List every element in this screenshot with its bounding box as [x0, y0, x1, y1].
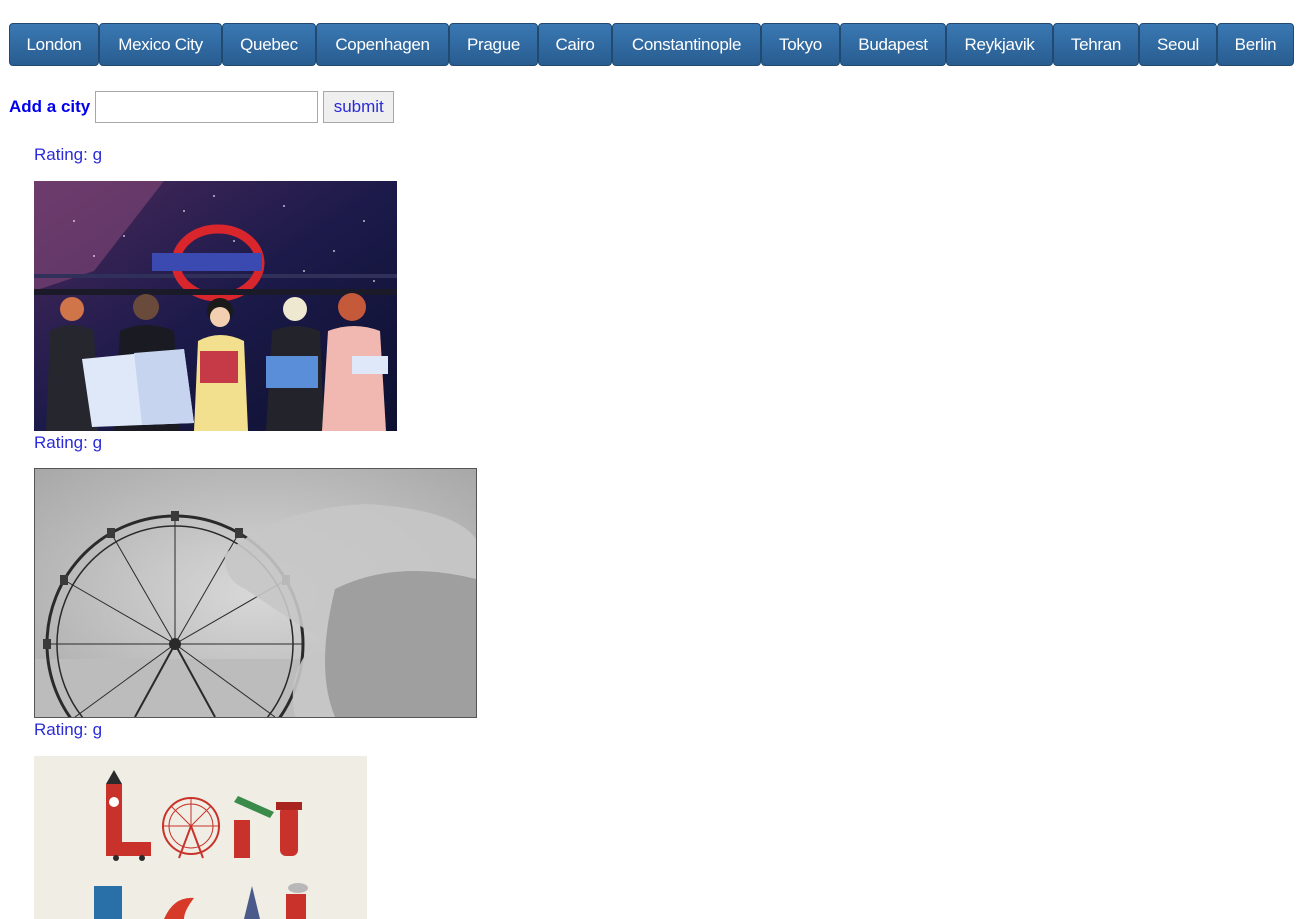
add-city-label: Add a city [9, 97, 91, 116]
city-button-berlin[interactable]: Berlin [1217, 23, 1294, 66]
gif-image-ferris-wheel [34, 468, 477, 718]
city-button-seoul[interactable]: Seoul [1139, 23, 1217, 66]
submit-button[interactable]: submit [323, 91, 395, 123]
city-button-prague[interactable]: Prague [449, 23, 538, 66]
city-button-constantinople[interactable]: Constantinople [612, 23, 761, 66]
city-button-bar: London Mexico City Quebec Copenhagen Pra… [9, 23, 1294, 66]
gif-rating: Rating: g [34, 433, 103, 452]
city-button-cairo[interactable]: Cairo [538, 23, 612, 66]
city-input[interactable] [95, 91, 319, 123]
city-button-mexico-city[interactable]: Mexico City [99, 23, 222, 66]
gif-image-subway-passengers [34, 181, 397, 431]
gif-image-london-letters [34, 756, 367, 919]
city-button-london[interactable]: London [9, 23, 99, 66]
city-button-reykjavik[interactable]: Reykjavik [946, 23, 1053, 66]
gif-rating: Rating: g [34, 720, 103, 739]
city-button-quebec[interactable]: Quebec [222, 23, 316, 66]
city-button-copenhagen[interactable]: Copenhagen [316, 23, 449, 66]
city-button-tokyo[interactable]: Tokyo [761, 23, 840, 66]
gif-rating: Rating: g [34, 145, 103, 164]
city-button-tehran[interactable]: Tehran [1053, 23, 1139, 66]
add-city-form: Add a city submit [9, 91, 395, 123]
city-button-budapest[interactable]: Budapest [840, 23, 946, 66]
